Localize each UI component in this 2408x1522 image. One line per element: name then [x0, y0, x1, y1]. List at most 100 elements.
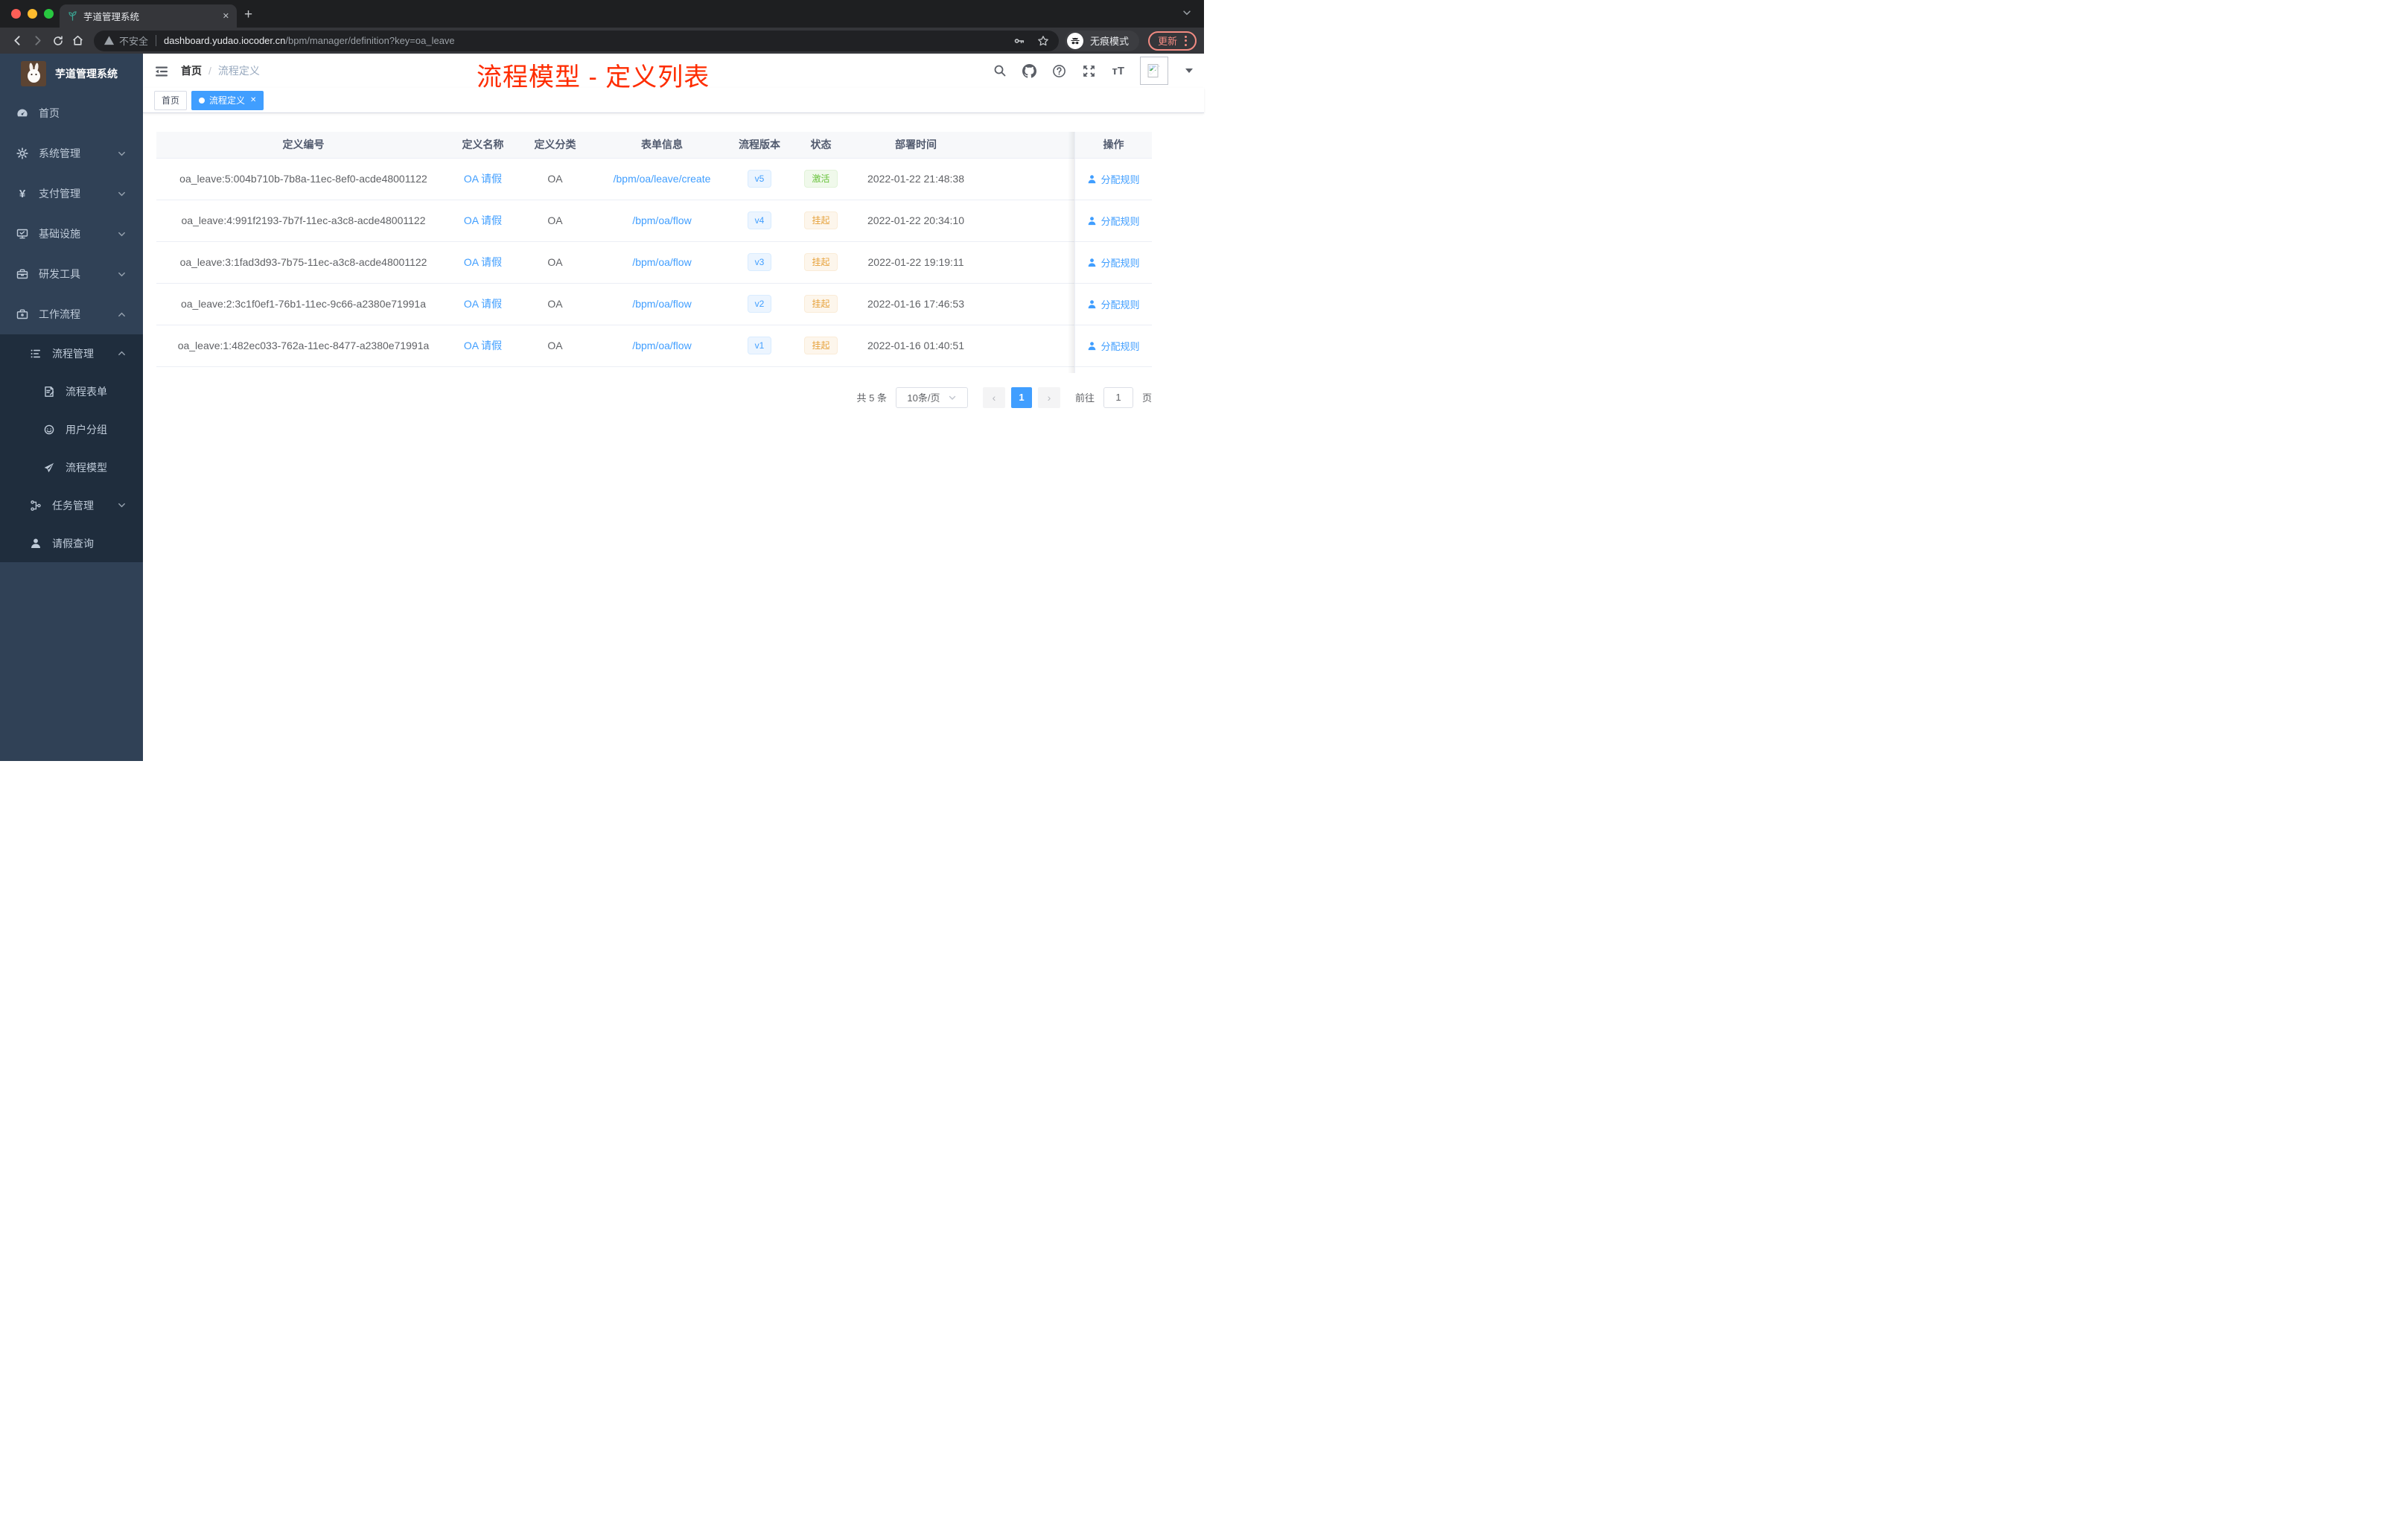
breadcrumb-home[interactable]: 首页 — [181, 63, 202, 78]
sidebar-item-people[interactable]: 用户分组 — [0, 410, 143, 448]
cell-filler — [980, 200, 1075, 242]
favicon-plant-icon — [67, 10, 78, 22]
sidebar-item-tree[interactable]: 任务管理 — [0, 486, 143, 524]
column-header: 定义编号 — [156, 132, 450, 159]
window-minimize-button[interactable] — [28, 9, 37, 19]
chevron-up-icon — [117, 310, 127, 319]
cell-definition-id: oa_leave:1:482ec033-762a-11ec-8477-a2380… — [156, 325, 450, 367]
form-info-link[interactable]: /bpm/oa/flow — [632, 214, 691, 226]
sidebar-item-list[interactable]: 流程管理 — [0, 334, 143, 372]
person-icon — [1089, 216, 1096, 225]
next-page-button[interactable]: › — [1037, 386, 1060, 408]
form-info-link[interactable]: /bpm/oa/flow — [632, 256, 691, 268]
sidebar-item-label: 系统管理 — [39, 147, 80, 159]
status-tag: 挂起 — [804, 211, 838, 229]
cell-definition-category: OA — [515, 325, 595, 367]
url-text[interactable]: dashboard.yudao.iocoder.cn/bpm/manager/d… — [164, 35, 455, 46]
goto-unit: 页 — [1141, 392, 1152, 404]
hamburger-icon[interactable] — [154, 64, 169, 79]
browser-toolbar: 不安全 dashboard.yudao.iocoder.cn/bpm/manag… — [0, 28, 1204, 54]
fullscreen-icon[interactable] — [1082, 64, 1096, 78]
sidebar-item-briefcase[interactable]: 工作流程 — [0, 294, 143, 334]
sidebar-item-gear[interactable]: 系统管理 — [0, 133, 143, 173]
definition-name-link[interactable]: OA 请假 — [464, 256, 502, 268]
window-close-button[interactable] — [11, 9, 21, 19]
assign-rule-link[interactable]: 分配规则 — [1087, 255, 1140, 270]
sidebar-item-form[interactable]: 流程表单 — [0, 372, 143, 410]
definition-name-link[interactable]: OA 请假 — [464, 298, 502, 310]
form-info-link[interactable]: /bpm/oa/flow — [632, 340, 691, 351]
avatar-dropdown-caret-icon[interactable] — [1185, 69, 1193, 73]
table-header-row: 定义编号 定义名称 定义分类 表单信息 流程版本 状态 部署时间 操作 — [156, 132, 1152, 159]
tag-close-icon[interactable]: ✕ — [250, 96, 256, 104]
avatar[interactable] — [1140, 57, 1168, 85]
column-header: 操作 — [1075, 132, 1152, 159]
browser-update-button[interactable]: 更新 — [1147, 31, 1197, 51]
sidebar-item-toolbox[interactable]: 研发工具 — [0, 254, 143, 294]
update-label[interactable]: 更新 — [1158, 34, 1177, 48]
definition-name-link[interactable]: OA 请假 — [464, 173, 502, 185]
sidebar-item-monitor[interactable]: 基础设施 — [0, 214, 143, 254]
sidebar-logo-row[interactable]: 芋道管理系统 — [0, 54, 143, 93]
page-size-value: 10条/页 — [907, 392, 940, 404]
assign-rule-link[interactable]: 分配规则 — [1087, 172, 1140, 186]
definition-name-link[interactable]: OA 请假 — [464, 340, 502, 351]
font-size-icon[interactable]: тT — [1112, 65, 1124, 77]
sidebar-menu: 首页 系统管理 ¥ 支付管理 基础设施 研发工具 工作流程 流程管理 流程表单 … — [0, 93, 143, 562]
status-tag: 挂起 — [804, 253, 838, 271]
sidebar-item-label: 基础设施 — [39, 228, 80, 240]
cell-deploy-time: 2022-01-16 01:40:51 — [852, 325, 980, 367]
tab-close-icon[interactable]: ✕ — [223, 11, 229, 21]
warning-triangle-icon[interactable] — [103, 35, 115, 46]
browser-menu-icon[interactable] — [1185, 35, 1187, 46]
back-icon[interactable] — [7, 31, 28, 51]
github-icon[interactable] — [1022, 63, 1037, 78]
window-zoom-button[interactable] — [44, 9, 54, 19]
page-number-button[interactable]: 1 — [1010, 386, 1032, 408]
address-bar[interactable]: 不安全 dashboard.yudao.iocoder.cn/bpm/manag… — [94, 30, 1059, 51]
assign-rule-link[interactable]: 分配规则 — [1087, 297, 1140, 311]
help-icon[interactable] — [1052, 64, 1066, 78]
home-icon[interactable] — [68, 31, 88, 51]
new-tab-button[interactable]: + — [244, 7, 252, 22]
goto-page-input[interactable] — [1103, 386, 1133, 408]
pagination: 共 5 条 10条/页 ‹ 1 › 前往 页 — [156, 386, 1152, 408]
form-info-link[interactable]: /bpm/oa/flow — [632, 298, 691, 310]
breadcrumb-separator: / — [208, 65, 211, 77]
sidebar-item-user[interactable]: 请假查询 — [0, 524, 143, 562]
view-tag[interactable]: 首页 — [154, 90, 188, 110]
person-icon — [1089, 299, 1096, 308]
window-controls — [11, 9, 54, 19]
key-icon[interactable] — [1013, 35, 1025, 47]
security-label[interactable]: 不安全 — [119, 34, 148, 48]
bookmark-star-icon[interactable] — [1037, 35, 1049, 47]
prev-page-button[interactable]: ‹ — [982, 386, 1005, 408]
sidebar-item-label: 研发工具 — [39, 268, 80, 280]
tab-search-chevron-icon[interactable] — [1182, 7, 1192, 18]
cell-definition-category: OA — [515, 241, 595, 284]
definition-table: 定义编号 定义名称 定义分类 表单信息 流程版本 状态 部署时间 操作 oa_leave:5:… — [156, 132, 1152, 373]
table-row: oa_leave:4:991f2193-7b7f-11ec-a3c8-acde4… — [156, 200, 1152, 242]
url-path: /bpm/manager/definition?key=oa_leave — [285, 35, 455, 46]
assign-rule-link[interactable]: 分配规则 — [1087, 339, 1140, 353]
cell-definition-category: OA — [515, 200, 595, 242]
sidebar-item-dashboard[interactable]: 首页 — [0, 93, 143, 133]
people-icon — [43, 424, 55, 436]
navbar: 首页 / 流程定义 流程模型 - 定义列表 тT — [143, 54, 1204, 92]
cell-filler — [980, 283, 1075, 325]
forward-icon[interactable] — [28, 31, 48, 51]
reload-icon[interactable] — [48, 31, 68, 51]
form-info-link[interactable]: /bpm/oa/leave/create — [614, 173, 711, 185]
search-icon[interactable] — [993, 64, 1007, 77]
view-tag[interactable]: 流程定义 ✕ — [191, 90, 264, 110]
sidebar-item-label: 用户分组 — [66, 423, 107, 436]
main-area: 首页 / 流程定义 流程模型 - 定义列表 тT 首页 流程定义 ✕ 定义编号 … — [143, 54, 1204, 761]
sidebar-item-yen[interactable]: ¥ 支付管理 — [0, 173, 143, 214]
cell-definition-id: oa_leave:5:004b710b-7b8a-11ec-8ef0-acde4… — [156, 158, 450, 200]
assign-rule-link[interactable]: 分配规则 — [1087, 214, 1140, 228]
definition-name-link[interactable]: OA 请假 — [464, 214, 502, 226]
version-tag: v2 — [747, 295, 772, 313]
browser-tab[interactable]: 芋道管理系统 ✕ — [60, 4, 237, 28]
page-size-select[interactable]: 10条/页 — [895, 386, 968, 408]
sidebar-item-send[interactable]: 流程模型 — [0, 448, 143, 486]
